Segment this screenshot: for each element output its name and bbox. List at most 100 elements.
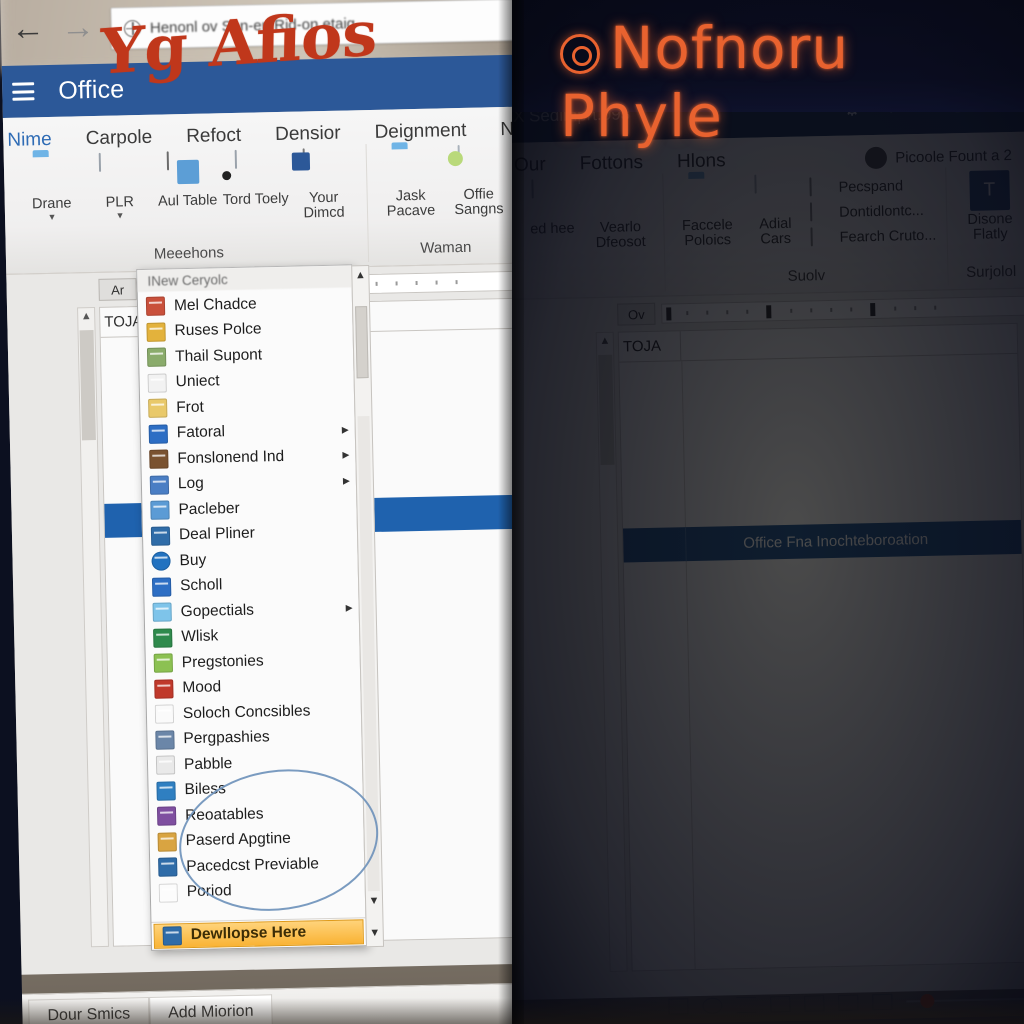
sheet-tab-bar: Dour Smics Add Miorion — [21, 971, 512, 1024]
menu-item-label: Dewllopse Here — [190, 923, 307, 944]
chevron-down-icon[interactable]: ▼ — [47, 212, 56, 222]
selected-row-right[interactable]: Office Fna Inochteboroation — [622, 519, 1022, 563]
ribbon-group-waman: Jask Pacave Offie Sangns Waman — [366, 140, 512, 263]
address-input[interactable]: Henonl ov Son-en Rid-on etaig — [150, 15, 355, 36]
menu-item-label: Pregstonies — [181, 652, 264, 671]
chevron-right-icon: ▶ — [341, 424, 349, 435]
chevron-right-icon: ▶ — [342, 475, 350, 486]
left-panel: ← → Henonl ov Son-en Rid-on etaig Office… — [0, 0, 512, 1024]
app-icon — [154, 704, 175, 725]
ribbon-tab-our[interactable]: Our — [514, 154, 546, 177]
ribbon-tab-deignment[interactable]: Deignment — [374, 120, 466, 144]
address-bar[interactable]: Henonl ov Son-en Rid-on etaig — [110, 0, 512, 50]
scrollbar-thumb[interactable] — [598, 354, 615, 466]
menu-item-dewllopse-here[interactable]: Dewllopse Here — [153, 918, 364, 949]
page-view-icon[interactable] — [668, 998, 689, 1015]
arrow-left-icon[interactable]: ← — [11, 9, 46, 48]
chevron-up-icon[interactable]: ▲ — [352, 266, 368, 284]
ribbon-button-plr[interactable]: PLR ▼ — [86, 152, 153, 221]
chevron-up-icon[interactable]: ▲ — [597, 335, 613, 347]
ribbon-button-label: Vearlo Dfeosot — [595, 219, 646, 252]
column-header-right[interactable]: TOJA — [618, 331, 682, 362]
avatar-icon[interactable] — [864, 146, 888, 170]
scrollbar-thumb[interactable] — [355, 306, 369, 379]
ribbon-right: Our Fottons Hlons Picoole Fount a 2 ed h… — [512, 131, 1024, 311]
menu-item-label: Pergpashies — [183, 728, 270, 748]
folder-icon — [31, 154, 72, 195]
ribbon-groups: Drane ▼ PLR ▼ Aul Table Tord Toely Your … — [4, 130, 512, 270]
app-icon — [156, 806, 177, 827]
menu-item-label: Log — [177, 474, 204, 493]
split-view-icon[interactable] — [872, 993, 893, 1011]
ribbon-button-label: Pecspand — [838, 178, 904, 196]
ribbon-button-ed-hee[interactable]: ed hee — [518, 179, 585, 238]
menu-item-label: Pacleber — [178, 499, 240, 518]
ribbon-button-disone-flatly-right[interactable]: T Disone Flatly — [956, 170, 1024, 244]
clock-icon[interactable] — [702, 997, 723, 1014]
menu-item-label: Biless — [184, 780, 227, 799]
menu-item-list: Mel Chadce Ruses Polce Thail Supont Unie… — [138, 287, 366, 921]
dropdown-menu[interactable]: INew Ceryolc Mel Chadce Ruses Polce Thai… — [136, 264, 385, 951]
web-view-icon[interactable] — [838, 994, 859, 1011]
menu-item-label: Pacedcst Previable — [186, 855, 320, 875]
ribbon-button-faccele-poloics-right[interactable]: Faccele Poloics — [673, 176, 741, 250]
zoom-slider[interactable] — [906, 992, 1024, 1009]
ribbon-button-vearlo-dfeosot[interactable]: Vearlo Dfeosot — [586, 178, 654, 252]
door-icon — [162, 926, 182, 946]
align-icon[interactable] — [736, 996, 757, 1014]
ruler-right[interactable] — [661, 295, 1024, 324]
layout-icon[interactable] — [770, 996, 791, 1013]
ribbon-button-your-dimcd[interactable]: Your Dimcd — [290, 148, 358, 222]
ribbon-tab-noluctions[interactable]: Noluctions — [500, 117, 512, 141]
ribbon-button-offie-sangns[interactable]: Offie Sangns — [445, 145, 512, 219]
ribbon-button-label: Aul Table — [157, 192, 218, 210]
chevron-down-icon[interactable]: ▼ — [366, 892, 382, 910]
chevron-down-icon[interactable]: ▼ — [115, 211, 124, 221]
ribbon-button-jask-pacave[interactable]: Jask Pacave — [377, 146, 445, 220]
ribbon-tab-hlons[interactable]: Hlons — [677, 150, 726, 173]
arrow-right-icon[interactable]: → — [61, 8, 96, 47]
ribbon-button-label: Offie Sangns — [454, 186, 504, 219]
ribbon-button-pecspand-right[interactable]: Pecspand — [809, 176, 935, 199]
name-box-right[interactable]: Ov — [617, 302, 656, 326]
ribbon-group-extra-right: ed hee Vearlo Dfeosot — [512, 173, 666, 295]
formula-bar-right: Ov — [617, 292, 1024, 327]
ribbon-group-label — [520, 271, 654, 295]
right-panel: X Sedlmprt.093 ⚙ ‹ ‒ □ ✕ Our Fottons Hlo… — [512, 0, 1024, 1024]
globe-icon — [123, 19, 142, 37]
ribbon-group-label: Suolv — [787, 267, 826, 285]
menu-item-label: Deal Pliner — [178, 524, 255, 544]
scrollbar-thumb[interactable] — [79, 330, 96, 441]
ribbon-button-label: Faccele Poloics — [681, 217, 733, 250]
ribbon-group-suolv-right: Faccele Poloics Adial Cars Pecspand Dont… — [663, 167, 949, 292]
ribbon-button-tord-toely[interactable]: Tord Toely — [222, 149, 289, 209]
ribbon-button-adial-cars-right[interactable]: Adial Cars — [741, 174, 809, 248]
hamburger-icon[interactable] — [12, 82, 35, 101]
app-icon — [152, 602, 172, 623]
chevron-up-icon[interactable]: ▲ — [78, 310, 94, 322]
account-name: Picoole Fount a 2 — [895, 146, 1013, 167]
ribbon-tab-fottons[interactable]: Fottons — [579, 152, 643, 175]
menu-item-label: Fatoral — [176, 423, 226, 442]
app-icon — [150, 526, 171, 546]
dark-backdrop-top — [512, 0, 1024, 112]
app-icon — [154, 679, 174, 699]
reading-view-icon[interactable] — [804, 995, 825, 1012]
ribbon-tab-refoct[interactable]: Refoct — [186, 125, 241, 148]
ribbon: Nime Carpole Refoct Densior Deignment No… — [2, 95, 512, 275]
ribbon-tab-nime[interactable]: Nime — [7, 129, 52, 152]
ribbon-button-aul-table[interactable]: Aul Table — [154, 151, 221, 210]
ribbon-button-drane[interactable]: Drane ▼ — [18, 154, 85, 222]
ribbon-tab-carpole[interactable]: Carpole — [85, 127, 152, 150]
menu-item-poriod[interactable]: Poriod — [151, 876, 366, 906]
ribbon-button-dontidlontc-right[interactable]: Dontidlontc... — [809, 201, 936, 224]
chevron-right-icon: ▶ — [345, 602, 353, 613]
ribbon-tab-densior[interactable]: Densior — [275, 123, 341, 146]
ribbon-group-surjolol-right: T Disone Flatly Surjolol — [946, 166, 1024, 286]
chevron-down-icon-2[interactable]: ▼ — [367, 924, 383, 942]
expand-icon — [809, 177, 831, 198]
ribbon-button-fearch-cruto-right[interactable]: Fearch Cruto... — [810, 226, 937, 249]
sheet-tab-add-miorion[interactable]: Add Miorion — [148, 993, 273, 1024]
sheet-tab-dour-smics[interactable]: Dour Smics — [28, 996, 150, 1024]
name-box[interactable]: Ar — [98, 278, 137, 301]
